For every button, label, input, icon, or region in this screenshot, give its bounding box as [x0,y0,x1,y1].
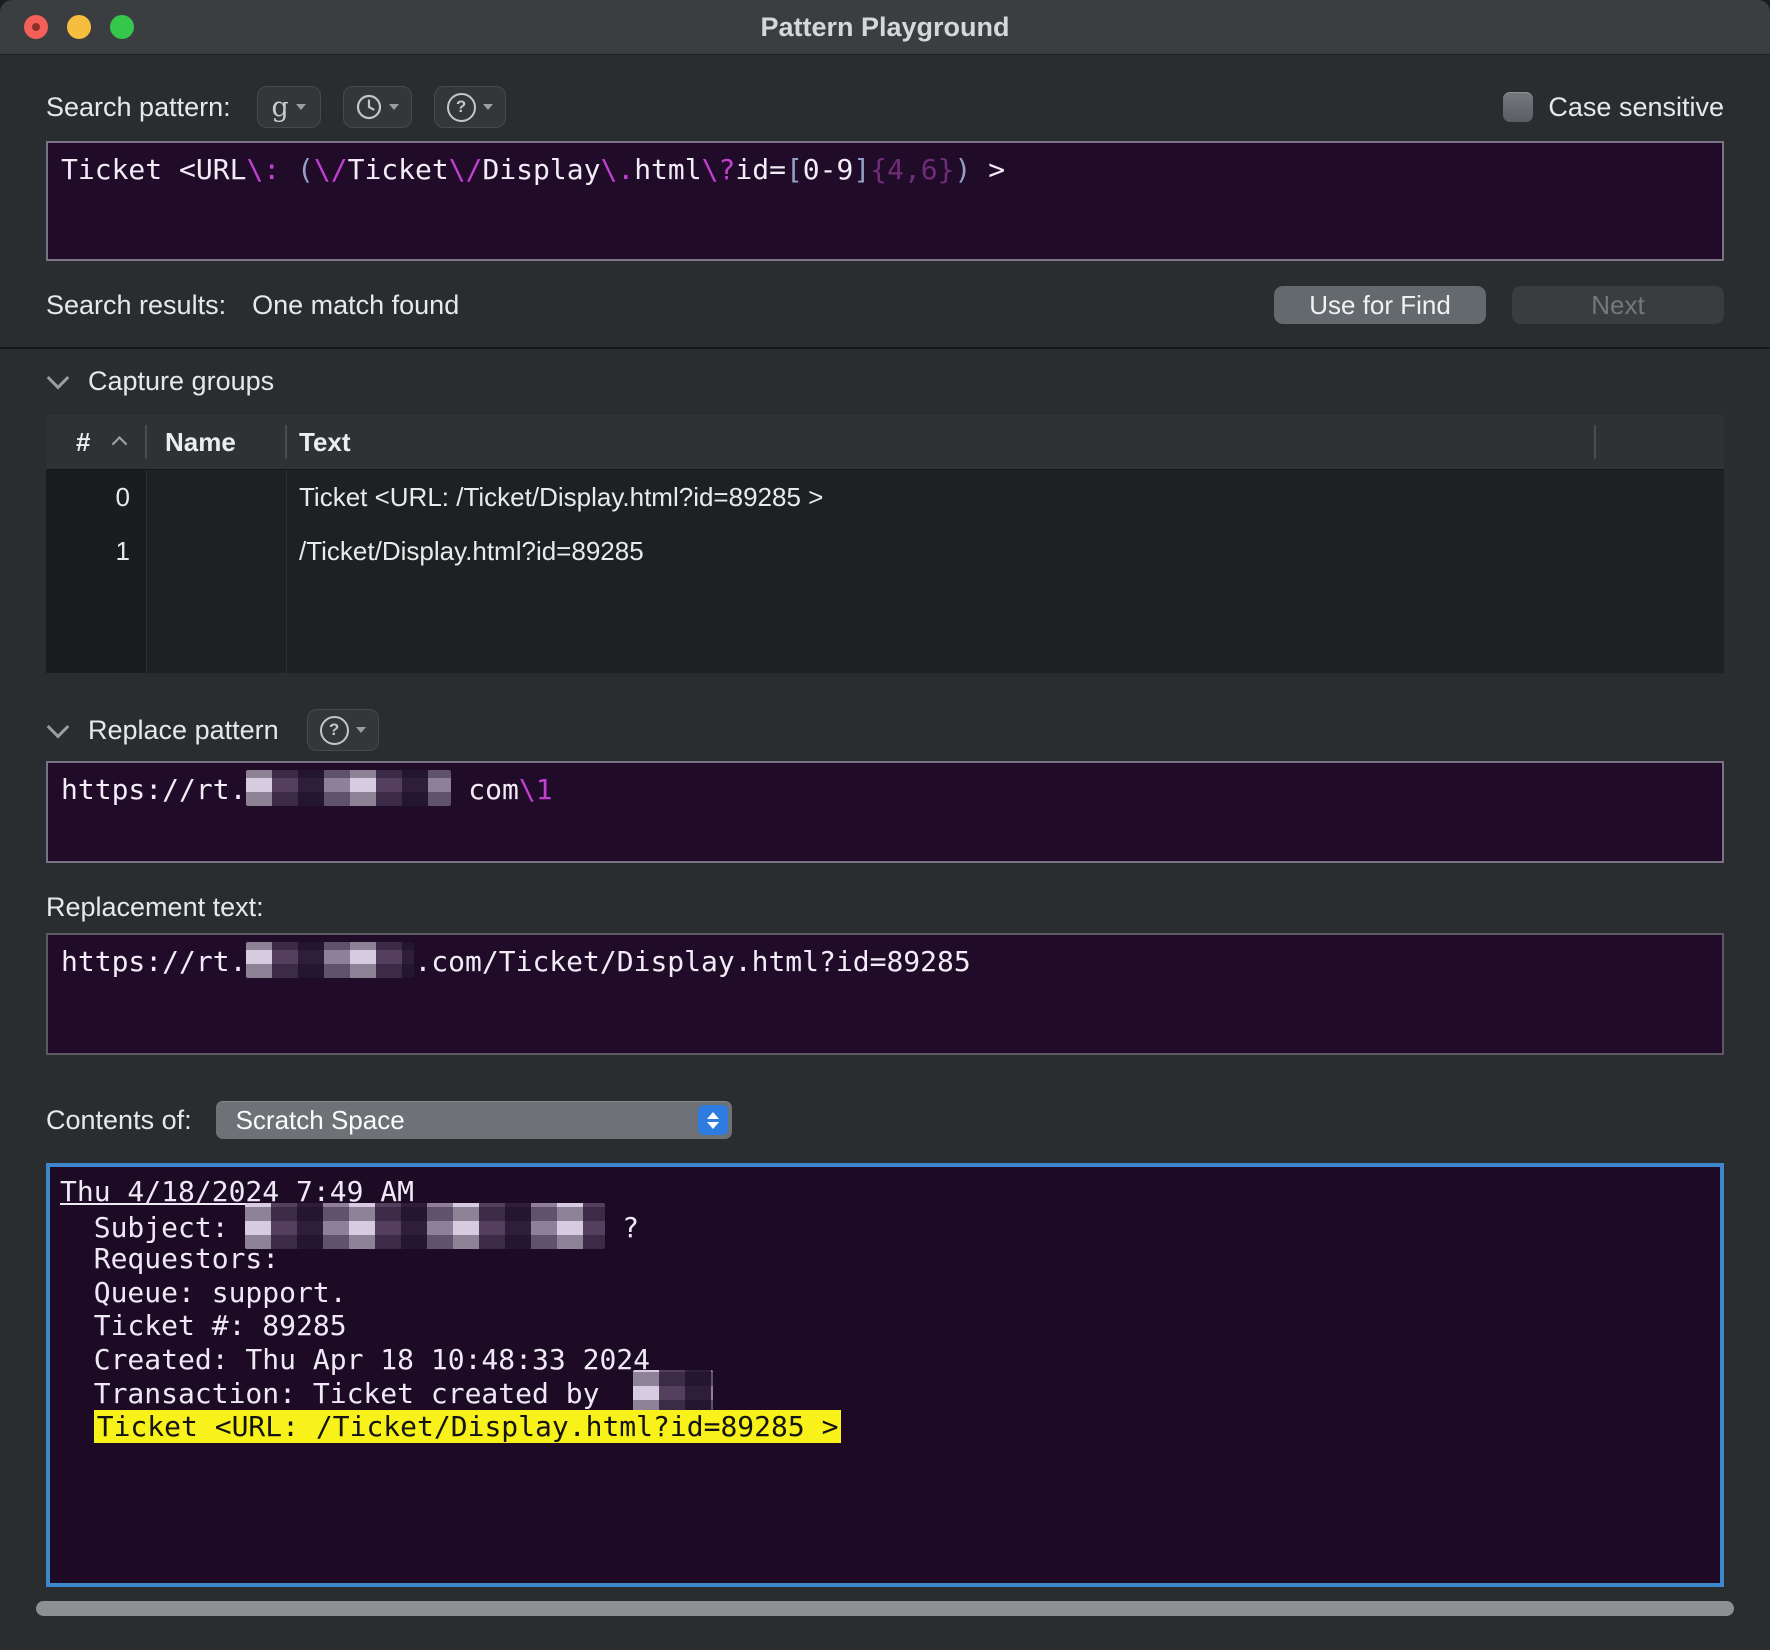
replacement-text-label: Replacement text: [46,892,264,923]
redacted-text [633,1370,713,1414]
search-pattern-label: Search pattern: [46,92,231,123]
column-header-spacer [1594,425,1724,459]
column-header-text[interactable]: Text [287,427,1594,458]
search-results-label: Search results: [46,290,226,321]
chevron-down-icon[interactable] [47,367,70,390]
clock-icon [356,94,382,120]
document-line: Subject: ? [60,1209,1710,1243]
next-button[interactable]: Next [1512,286,1724,324]
document-line: Ticket #: 89285 [60,1309,1710,1343]
contents-source-popup[interactable]: Scratch Space [216,1101,732,1139]
use-for-find-button[interactable]: Use for Find [1274,286,1486,324]
question-icon: ? [447,93,476,122]
table-empty-space [46,578,1724,673]
cell-name [147,524,287,578]
redacted-text [246,942,414,978]
chevron-down-icon [389,104,399,110]
regex-engine-icon: g [271,94,288,121]
cell-end [1594,524,1724,578]
capture-group-row[interactable]: 0 Ticket <URL: /Ticket/Display.html?id=89… [46,470,1724,524]
replace-pattern-input[interactable]: https://rt. com\1 [46,761,1724,863]
capture-groups-header: # Name Text [46,415,1724,470]
highlighted-match: Ticket <URL: /Ticket/Display.html?id=892… [94,1410,842,1443]
redacted-text [246,770,451,806]
replacement-text-output: https://rt..com/Ticket/Display.html?id=8… [46,933,1724,1055]
contents-source-value: Scratch Space [216,1105,698,1136]
window-title: Pattern Playground [0,12,1770,43]
search-pattern-input[interactable]: Ticket <URL\: (\/Ticket\/Display\.html\?… [46,141,1724,261]
chevron-down-icon[interactable] [47,716,70,739]
cell-name [147,470,287,524]
document-line: Created: Thu Apr 18 10:48:33 2024 [60,1343,1710,1377]
capture-groups-table: # Name Text 0 Ticket <URL: /Ticket/Displa… [46,415,1724,673]
cell-num: 1 [46,524,147,578]
capture-group-row[interactable]: 1/Ticket/Display.html?id=89285 [46,524,1724,578]
scratch-space-editor[interactable]: Thu 4/18/2024 7:49 AM Subject: ? Request… [46,1163,1724,1587]
capture-groups-body: 0 Ticket <URL: /Ticket/Display.html?id=89… [46,470,1724,673]
document-line: Queue: support. [60,1276,1710,1310]
pattern-help-menu-button[interactable]: ? [434,86,506,128]
pattern-history-menu-button[interactable] [343,86,412,128]
cell-text: Ticket <URL: /Ticket/Display.html?id=892… [287,470,1594,524]
cell-text: /Ticket/Display.html?id=89285 [287,524,1594,578]
case-sensitive-label: Case sensitive [1548,92,1724,123]
cell-num: 0 [46,470,147,524]
chevron-down-icon [296,104,306,110]
pattern-playground-window: Pattern Playground Search pattern: g ? [0,0,1770,1650]
contents-of-label: Contents of: [46,1105,192,1136]
cell-end [1594,470,1724,524]
replace-help-menu-button[interactable]: ? [307,709,379,751]
column-header-name[interactable]: Name [147,425,287,459]
column-header-number[interactable]: # [46,425,147,459]
regex-engine-menu-button[interactable]: g [257,86,321,128]
document-line: Transaction: Ticket created by [60,1376,1710,1410]
horizontal-scrollbar[interactable] [36,1601,1734,1616]
capture-groups-title: Capture groups [88,366,274,397]
search-results-value: One match found [252,290,459,321]
question-icon: ? [320,716,349,745]
chevron-down-icon [356,727,366,733]
case-sensitive-checkbox[interactable] [1503,92,1533,122]
popup-chevrons-icon [698,1105,728,1135]
titlebar: Pattern Playground [0,0,1770,55]
sort-ascending-icon [112,436,128,452]
section-divider [0,347,1770,349]
document-line: Ticket <URL: /Ticket/Display.html?id=892… [60,1410,1710,1444]
chevron-down-icon [483,104,493,110]
redacted-text [245,1203,605,1249]
replace-pattern-title: Replace pattern [88,715,279,746]
